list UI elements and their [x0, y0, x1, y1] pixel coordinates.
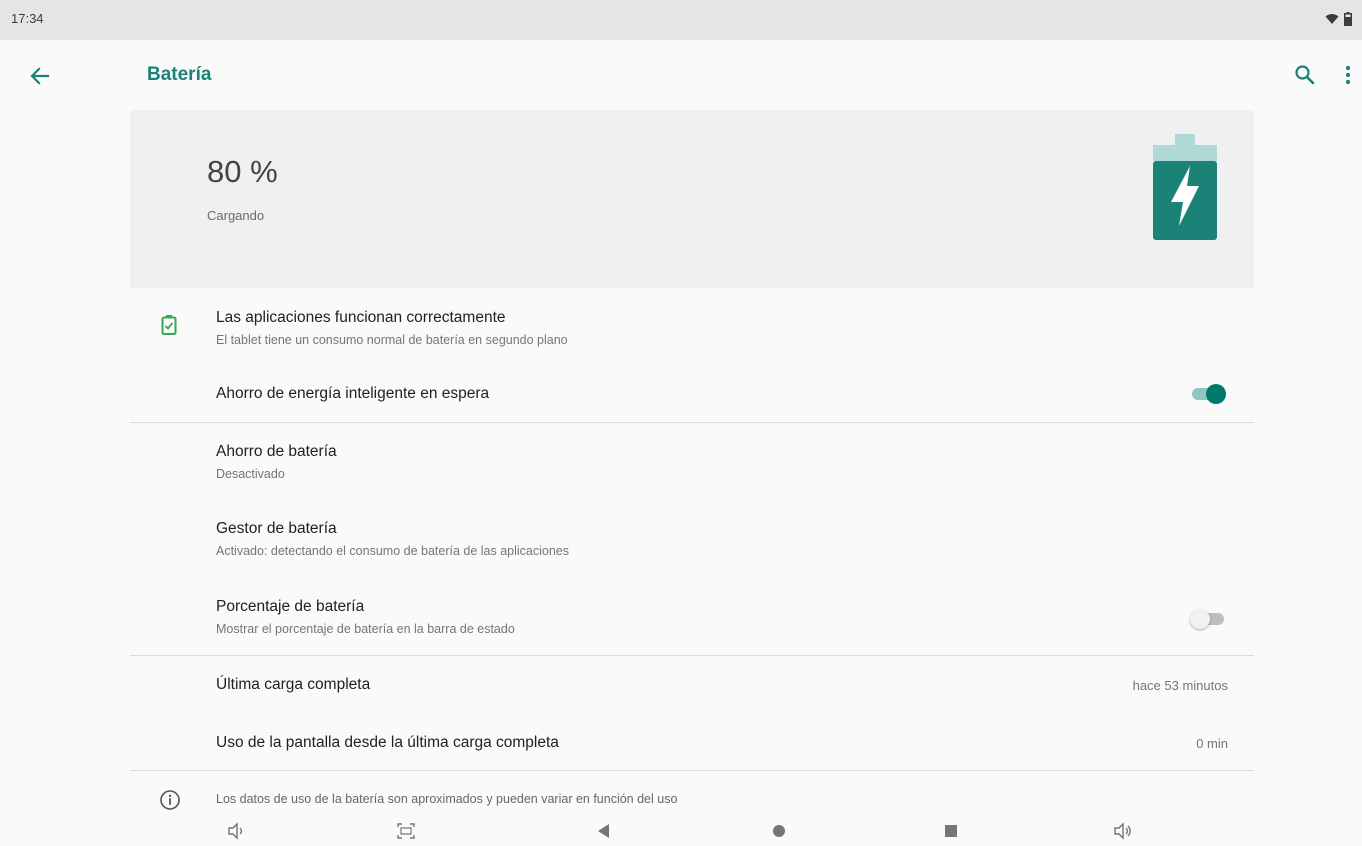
wifi-icon — [1325, 14, 1339, 24]
battery-ok-icon — [161, 315, 177, 335]
item-title: Uso de la pantalla desde la última carga… — [216, 734, 559, 751]
recents-icon[interactable] — [940, 821, 962, 841]
item-title: Ahorro de batería — [216, 443, 337, 460]
divider — [130, 770, 1254, 771]
back-icon[interactable] — [593, 821, 615, 841]
list-item-app-status[interactable]: Las aplicaciones funcionan correctamente… — [0, 288, 1362, 354]
navigation-bar — [0, 816, 1362, 846]
status-time: 17:34 — [11, 11, 44, 26]
battery-status: Cargando — [207, 208, 265, 223]
footer-note: Los datos de uso de la batería son aprox… — [216, 792, 678, 806]
list-item-screen-usage: Uso de la pantalla desde la última carga… — [0, 713, 1362, 770]
item-title: Las aplicaciones funcionan correctamente — [216, 309, 506, 326]
app-bar: Batería — [0, 40, 1362, 110]
search-icon[interactable] — [1290, 60, 1320, 90]
item-title: Gestor de batería — [216, 520, 337, 537]
item-subtitle: Activado: detectando el consumo de bater… — [216, 544, 570, 558]
volume-up-icon[interactable] — [1112, 821, 1134, 841]
list-item-battery-manager[interactable]: Gestor de batería Activado: detectando e… — [0, 500, 1362, 578]
item-subtitle: El tablet tiene un consumo normal de bat… — [216, 333, 568, 347]
info-icon — [160, 790, 180, 810]
back-arrow-icon[interactable] — [24, 60, 56, 92]
item-subtitle: Mostrar el porcentaje de batería en la b… — [216, 622, 515, 636]
list-item-last-full-charge: Última carga completa hace 53 minutos — [0, 656, 1362, 713]
toggle-thumb — [1206, 384, 1226, 404]
battery-percentage-toggle[interactable] — [1190, 607, 1226, 631]
smart-standby-toggle[interactable] — [1192, 382, 1226, 406]
item-title: Porcentaje de batería — [216, 598, 365, 615]
screen-usage-value: 0 min — [1196, 736, 1228, 751]
battery-percentage: 80 % — [207, 154, 278, 189]
battery-charging-icon — [1153, 134, 1217, 240]
status-bar: 17:34 — [0, 0, 1362, 40]
battery-header: 80 % Cargando — [130, 110, 1254, 288]
toggle-thumb — [1190, 609, 1210, 629]
screenshot-icon[interactable] — [395, 821, 417, 841]
status-icons — [1325, 12, 1352, 26]
page-title: Batería — [147, 64, 212, 85]
last-charge-value: hace 53 minutos — [1132, 678, 1228, 693]
home-icon[interactable] — [768, 821, 790, 841]
list-item-battery-saver[interactable]: Ahorro de batería Desactivado — [0, 423, 1362, 500]
item-title: Última carga completa — [216, 676, 371, 693]
list-item-battery-percentage[interactable]: Porcentaje de batería Mostrar el porcent… — [0, 578, 1362, 655]
item-subtitle: Desactivado — [216, 467, 285, 481]
more-vert-icon[interactable] — [1336, 62, 1360, 90]
battery-icon — [1344, 12, 1352, 26]
list-item-smart-standby[interactable]: Ahorro de energía inteligente en espera — [0, 354, 1362, 422]
item-title: Ahorro de energía inteligente en espera — [216, 385, 490, 402]
volume-down-icon[interactable] — [226, 821, 248, 841]
